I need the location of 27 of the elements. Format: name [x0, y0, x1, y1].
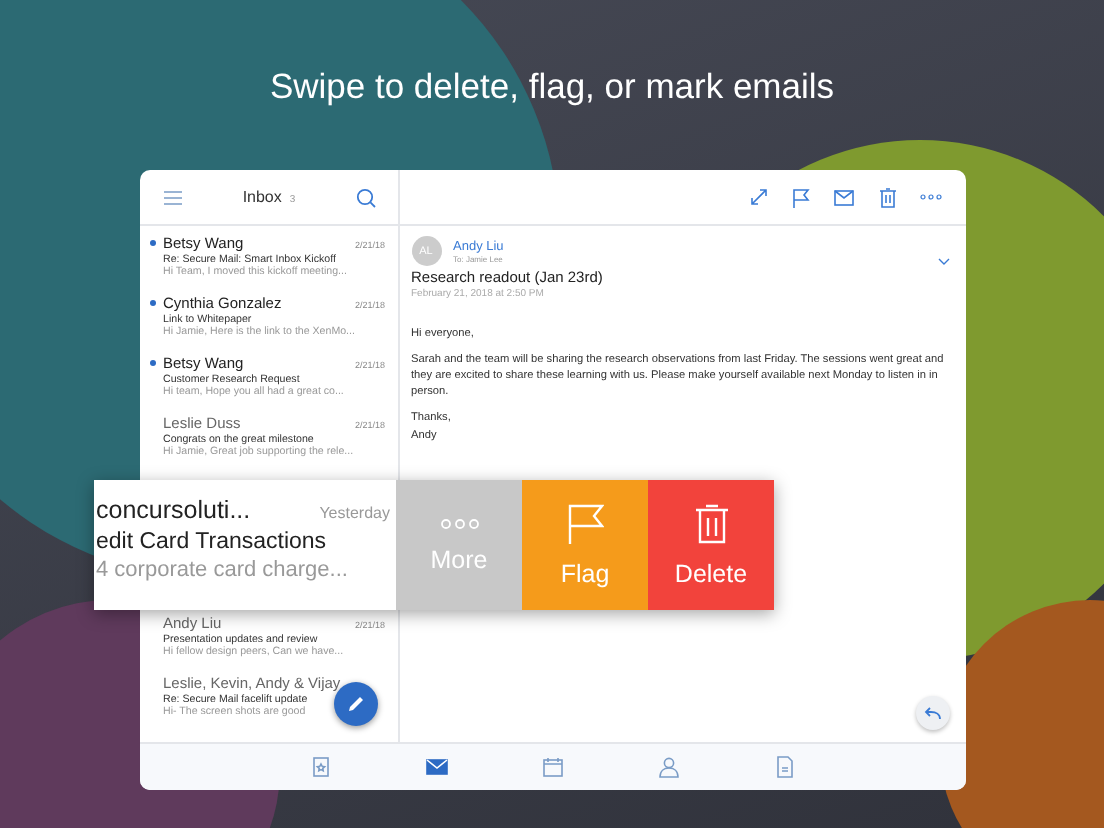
expand-icon[interactable] [749, 188, 767, 206]
pencil-icon [346, 694, 366, 714]
contacts-tab[interactable] [657, 756, 679, 778]
message-preview: 4 corporate card charge... [96, 558, 350, 582]
more-icon [439, 517, 479, 529]
message-sender: concursoluti... [96, 496, 251, 524]
flag-icon[interactable] [791, 187, 809, 207]
chevron-down-icon[interactable] [937, 258, 949, 266]
calendar-tab[interactable] [541, 756, 563, 778]
envelope-icon[interactable] [833, 188, 855, 206]
inbox-title: Inbox [242, 188, 282, 206]
search-icon[interactable] [356, 187, 377, 207]
message-date: Yesterday [319, 504, 390, 522]
delete-action-button[interactable]: Delete [648, 480, 774, 610]
swiped-message[interactable]: concursoluti... Yesterday edit Card Transactions 4 corporate card charge... [94, 480, 396, 610]
reply-icon [923, 706, 941, 720]
more-icon[interactable] [919, 194, 941, 200]
headline: Swipe to delete, flag, or mark emails [269, 66, 835, 110]
flag-icon [567, 503, 603, 543]
mail-tab[interactable] [425, 756, 447, 778]
today-tab[interactable] [309, 756, 331, 778]
message-subject: edit Card Transactions [96, 530, 329, 554]
menu-icon[interactable] [163, 189, 181, 205]
trash-icon [695, 503, 727, 543]
files-tab[interactable] [773, 756, 795, 778]
trash-icon[interactable] [879, 187, 895, 207]
reply-button[interactable] [915, 696, 949, 730]
